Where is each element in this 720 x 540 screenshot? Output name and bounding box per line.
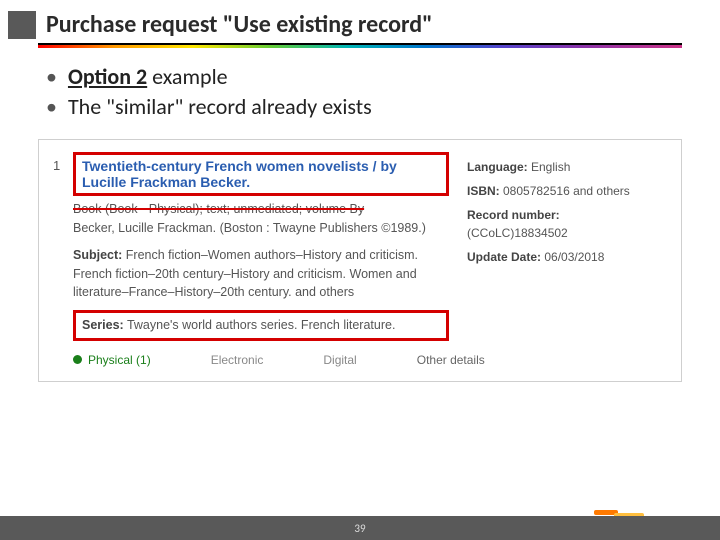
format-physical[interactable]: Physical (1) [73,353,151,367]
record-title-link[interactable]: Twentieth-century French women novelists… [82,158,440,190]
slide: Purchase request "Use existing record" •… [0,0,720,540]
subject-label: Subject: [73,248,122,262]
record-title-highlight: Twentieth-century French women novelists… [73,152,449,196]
record-subject: Subject: French fiction–Women authors–Hi… [73,246,449,302]
bullet-dot-icon: • [46,93,57,120]
record-language: Language: English [467,158,667,176]
bullet-dot-icon: • [46,63,57,90]
record-series: Series: Twayne's world authors series. F… [82,316,440,335]
page-title: Purchase request "Use existing record" [46,10,433,39]
title-row: Purchase request "Use existing record" [0,0,720,43]
bullet-2-text: The "similar" record already exists [68,93,372,120]
title-block-icon [8,11,36,39]
record-number: Record number: (CCoLC)18834502 [467,206,667,242]
record-series-highlight: Series: Twayne's world authors series. F… [73,310,449,341]
bullet-1: • Option 2 example [46,62,674,92]
bullet-1-suffix: example [147,63,227,90]
record-main: Twentieth-century French women novelists… [73,152,467,341]
record-type-line: Book (Book - Physical); text; unmediated… [73,200,449,219]
record-update-date: Update Date: 06/03/2018 [467,248,667,266]
format-digital[interactable]: Digital [323,353,356,367]
dot-icon [73,355,82,364]
format-other-details[interactable]: Other details [417,353,485,367]
subject-value: French fiction–Women authors–History and… [73,248,418,300]
record-side: Language: English ISBN: 0805782516 and o… [467,152,667,341]
bullet-1-prefix: Option 2 [68,63,147,90]
series-value: Twayne's world authors series. French li… [124,318,396,332]
bullet-2: • The "similar" record already exists [46,92,674,122]
rainbow-divider [38,45,682,48]
record-formats: Physical (1) Electronic Digital Other de… [53,353,667,367]
record-index: 1 [53,152,73,341]
footer-bar: 39 [0,516,720,540]
series-label: Series: [82,318,124,332]
page-number: 39 [354,522,365,535]
bullets: • Option 2 example • The "similar" recor… [0,62,720,131]
record-author-line: Becker, Lucille Frackman. (Boston : Tway… [73,219,449,238]
format-electronic[interactable]: Electronic [211,353,264,367]
record-card: 1 Twentieth-century French women novelis… [38,139,682,382]
record-isbn: ISBN: 0805782516 and others [467,182,667,200]
